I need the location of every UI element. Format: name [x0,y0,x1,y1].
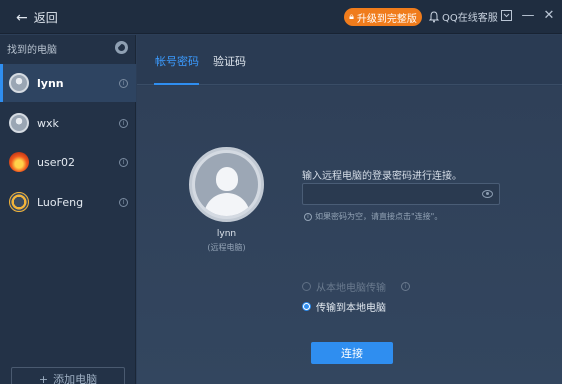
info-icon[interactable]: i [119,118,128,128]
close-icon[interactable]: ✕ [541,8,557,24]
refresh-icon[interactable] [115,41,128,54]
option-label: 传输到本地电脑 [316,303,386,314]
sidebar: 找到的电脑 lynn i wxk i user02 i LuoFeng i + … [0,35,136,384]
show-password-icon[interactable] [482,190,493,198]
remote-computer-name: lynn [216,229,237,239]
device-item-user02[interactable]: user02 i [0,143,136,181]
hint-text: 如果密码为空，请直接点击"连接"。 [315,212,443,221]
title-bar: ← 返回 🔒︎ 升级到完整版 QQ在线客服 — ✕ [0,0,562,34]
bell-icon [429,10,439,22]
lock-icon: 🔒︎ [349,12,354,22]
info-icon[interactable]: i [119,157,128,167]
plus-icon: + [38,372,49,384]
password-field[interactable] [302,183,500,205]
add-computer-label: 添加电脑 [53,373,98,384]
device-item-wxk[interactable]: wxk i [0,104,136,142]
info-icon: i [304,212,312,221]
info-icon[interactable]: i [401,282,410,291]
connect-button[interactable]: 连接 [311,342,393,364]
radio-button[interactable] [302,302,311,311]
dropdown-icon[interactable] [498,8,514,24]
login-content: lynn (远程电脑) 输入远程电脑的登录密码进行连接。 i 如果密码为空，请直… [137,86,562,384]
tab-verification-code[interactable]: 验证码 [213,53,246,69]
avatar [9,152,29,172]
device-name: lynn [37,76,64,90]
option-transfer-from-local[interactable]: 从本地电脑传输 i [302,279,410,294]
option-transfer-to-local[interactable]: 传输到本地电脑 [302,299,386,314]
qq-support-link[interactable]: QQ在线客服 [429,9,498,24]
empty-password-hint: i 如果密码为空，请直接点击"连接"。 [304,211,442,222]
info-icon[interactable]: i [119,197,128,207]
device-name: user02 [37,155,75,169]
device-name: wxk [37,116,59,130]
active-tab-indicator [154,83,199,85]
sidebar-title: 找到的电脑 [7,45,57,56]
tab-account-password[interactable]: 帐号密码 [155,53,199,69]
add-computer-button[interactable]: + 添加电脑 [11,367,125,384]
device-name: LuoFeng [37,195,84,209]
password-prompt: 输入远程电脑的登录密码进行连接。 [302,171,462,182]
remote-avatar [189,147,264,222]
device-item-lynn[interactable]: lynn i [0,64,136,102]
back-label: 返回 [33,11,58,25]
info-icon[interactable]: i [119,78,128,88]
upgrade-label: 升级到完整版 [356,13,417,25]
main-panel: 帐号密码 验证码 lynn (远程电脑) 输入远程电脑的登录密码进行连接。 i … [137,35,562,384]
remote-computer-subtitle: (远程电脑) [207,243,246,252]
tab-bar: 帐号密码 验证码 [137,35,562,85]
minimize-icon[interactable]: — [520,8,536,24]
avatar [9,192,29,212]
device-item-luofeng[interactable]: LuoFeng i [0,183,136,221]
avatar [9,113,29,133]
avatar [9,73,29,93]
upgrade-button[interactable]: 🔒︎ 升级到完整版 [344,8,422,26]
option-label: 从本地电脑传输 [316,283,386,294]
back-button[interactable]: ← 返回 [16,9,58,26]
radio-button[interactable] [302,282,311,291]
qq-support-label: QQ在线客服 [442,13,498,24]
back-arrow-icon: ← [16,9,28,26]
password-input[interactable] [303,184,473,204]
